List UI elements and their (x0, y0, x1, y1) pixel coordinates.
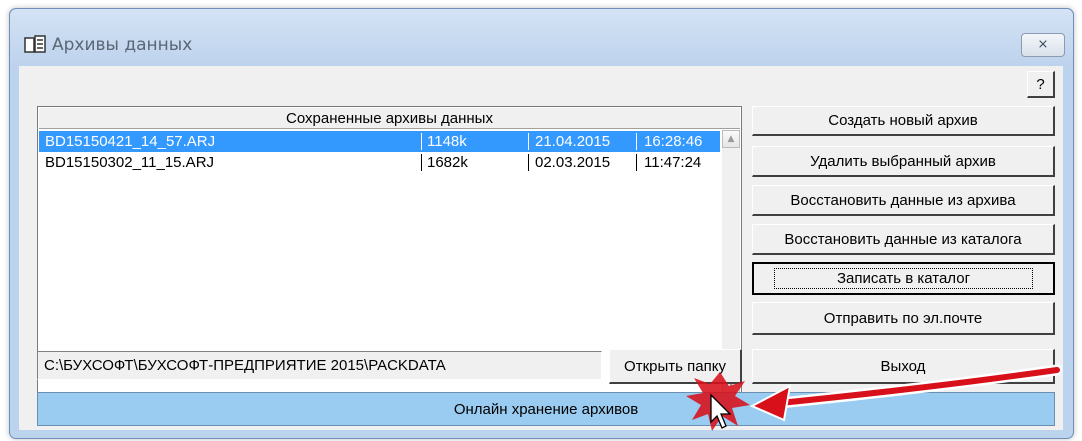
red-arrow-icon (749, 364, 1063, 422)
annotation-overlay (686, 364, 1063, 431)
